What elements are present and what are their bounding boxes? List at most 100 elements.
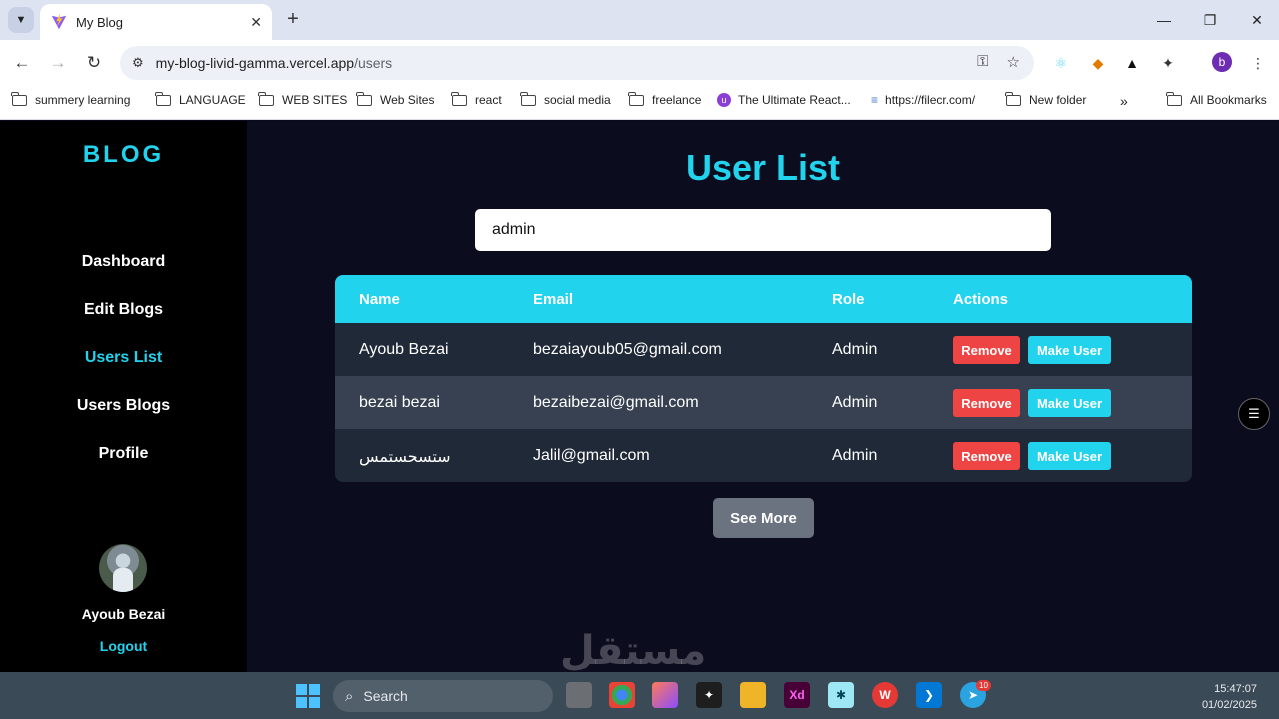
bookmark-folder[interactable]: New folder (1005, 91, 1087, 107)
app-icon[interactable] (652, 682, 678, 708)
logout-link[interactable]: Logout (0, 638, 247, 654)
browser-tab[interactable]: My Blog ✕ (40, 4, 272, 40)
sidebar-item-users-blogs[interactable]: Users Blogs (0, 397, 247, 415)
brand-logo[interactable]: BLOG (0, 141, 247, 169)
column-header-name: Name (359, 291, 400, 308)
bookmark-link[interactable]: ≡ https://filecr.com/ (871, 93, 975, 107)
floating-menu-icon[interactable]: ☰ (1238, 398, 1270, 430)
make-user-button[interactable]: Make User (1028, 389, 1111, 417)
bookmark-folder[interactable]: Web Sites (356, 91, 434, 107)
app-icon[interactable] (566, 682, 592, 708)
make-user-button[interactable]: Make User (1028, 336, 1111, 364)
user-email-cell: bezaiayoub05@gmail.com (533, 341, 722, 358)
url-path: /users (354, 55, 393, 71)
adobe-xd-icon[interactable]: Xd (784, 682, 810, 708)
all-bookmarks[interactable]: All Bookmarks (1166, 91, 1267, 107)
profile-avatar[interactable]: b (1212, 52, 1232, 72)
minimize-icon[interactable]: — (1144, 6, 1184, 34)
user-avatar[interactable] (99, 544, 147, 592)
restore-icon[interactable]: ❐ (1190, 6, 1230, 34)
reload-icon[interactable]: ↻ (82, 51, 106, 75)
bookmark-label: LANGUAGE (179, 93, 246, 107)
users-table: Name Email Role Actions Ayoub Bezai beza… (335, 275, 1192, 482)
folder-icon (11, 91, 27, 106)
bookmark-folder[interactable]: freelance (628, 91, 701, 107)
make-user-button[interactable]: Make User (1028, 442, 1111, 470)
windows-taskbar: ⌕ Search ✦ Xd ✱ W ❯ ➤ 10 15:47:07 01/02/… (0, 672, 1279, 719)
sidebar-item-profile[interactable]: Profile (0, 445, 247, 463)
user-role-cell: Admin (832, 341, 878, 358)
sidebar-item-dashboard[interactable]: Dashboard (0, 253, 247, 271)
extension-icon[interactable]: ◆ (1087, 52, 1109, 74)
folder-icon (451, 91, 467, 106)
user-search-input[interactable] (475, 209, 1051, 251)
new-tab-button[interactable]: + (282, 8, 304, 30)
password-key-icon[interactable]: ⚿ (977, 53, 988, 71)
vscode-icon[interactable]: ❯ (916, 682, 942, 708)
back-arrow-icon[interactable]: ← (10, 51, 34, 75)
more-bookmarks-icon[interactable]: » (1120, 93, 1128, 109)
user-email-cell: bezaibezai@gmail.com (533, 394, 699, 411)
user-name-cell: ستسحستمس (359, 449, 451, 466)
vite-logo-icon (51, 13, 67, 30)
folder-icon (1005, 91, 1021, 106)
bookmark-folder[interactable]: social media (520, 91, 611, 107)
bookmark-label: summery learning (35, 93, 131, 107)
table-header: Name Email Role Actions (335, 275, 1192, 323)
url-host: my-blog-livid-gamma.vercel.app (155, 55, 355, 71)
folder-icon (258, 91, 274, 106)
address-bar[interactable]: ⚙ my-blog-livid-gamma.vercel.app/users ⚿… (120, 46, 1034, 80)
folder-icon (155, 91, 171, 106)
remove-button[interactable]: Remove (953, 389, 1020, 417)
sidebar-user-name: Ayoub Bezai (81, 606, 166, 622)
taskbar-search[interactable]: ⌕ Search (333, 680, 553, 712)
bookmark-star-icon[interactable]: ☆ (1007, 53, 1020, 71)
close-icon[interactable]: ✕ (250, 14, 262, 31)
table-row: Ayoub Bezai bezaiayoub05@gmail.com Admin… (335, 323, 1192, 376)
sidebar-item-edit-blogs[interactable]: Edit Blogs (0, 301, 247, 319)
mostaql-watermark-logo: مستقل (560, 628, 707, 674)
chrome-icon[interactable] (609, 682, 635, 708)
tab-title: My Blog (76, 14, 123, 30)
column-header-email: Email (533, 291, 574, 308)
clock-date: 01/02/2025 (1201, 699, 1257, 711)
app-asterisk-icon[interactable]: ✱ (828, 682, 854, 708)
browser-toolbar: ← → ↻ ⚙ my-blog-livid-gamma.vercel.app/u… (0, 40, 1279, 86)
folder-icon (520, 91, 536, 106)
folder-icon (628, 91, 644, 106)
clock-time: 15:47:07 (1214, 683, 1257, 695)
browser-tabstrip: ▼ My Blog ✕ + — ❐ ✕ (0, 0, 1279, 40)
see-more-button[interactable]: See More (713, 498, 814, 538)
udemy-icon: u (717, 93, 731, 107)
remove-button[interactable]: Remove (953, 336, 1020, 364)
extension-triangle-icon[interactable]: ▲ (1121, 52, 1143, 74)
extensions-puzzle-icon[interactable]: ✦ (1157, 52, 1179, 74)
menu-dots-icon[interactable]: ⋮ (1247, 52, 1269, 74)
figma-icon[interactable]: ✦ (696, 682, 722, 708)
bookmark-folder[interactable]: WEB SITES (258, 91, 347, 107)
wps-office-icon[interactable]: W (872, 682, 898, 708)
system-clock[interactable]: 15:47:07 01/02/2025 (1202, 681, 1257, 713)
bookmark-label: https://filecr.com/ (885, 93, 976, 107)
bookmark-link[interactable]: u The Ultimate React... (717, 93, 851, 107)
close-window-icon[interactable]: ✕ (1237, 6, 1277, 34)
remove-button[interactable]: Remove (953, 442, 1020, 470)
bookmark-label: New folder (1029, 93, 1087, 107)
file-explorer-icon[interactable] (740, 682, 766, 708)
bookmark-folder[interactable]: react (451, 91, 502, 107)
forward-arrow-icon[interactable]: → (46, 51, 70, 75)
search-icon: ⌕ (345, 687, 354, 705)
user-name-cell: Ayoub Bezai (359, 341, 449, 358)
table-row: ستسحستمس Jalil@gmail.com Admin Remove Ma… (335, 429, 1192, 482)
bookmark-folder[interactable]: LANGUAGE (155, 91, 246, 107)
bookmark-label: social media (544, 93, 611, 107)
main-content: User List Name Email Role Actions Ayoub … (247, 121, 1279, 672)
sidebar-item-users-list[interactable]: Users List (0, 349, 247, 367)
column-header-actions: Actions (953, 291, 1009, 308)
bookmark-folder[interactable]: summery learning (11, 91, 131, 107)
site-settings-icon[interactable]: ⚙ (132, 55, 144, 71)
windows-start-icon[interactable] (296, 684, 320, 708)
tab-search-button[interactable]: ▼ (8, 7, 34, 33)
react-devtools-icon[interactable]: ⚛ (1050, 52, 1072, 74)
page-title: User List (685, 147, 841, 188)
